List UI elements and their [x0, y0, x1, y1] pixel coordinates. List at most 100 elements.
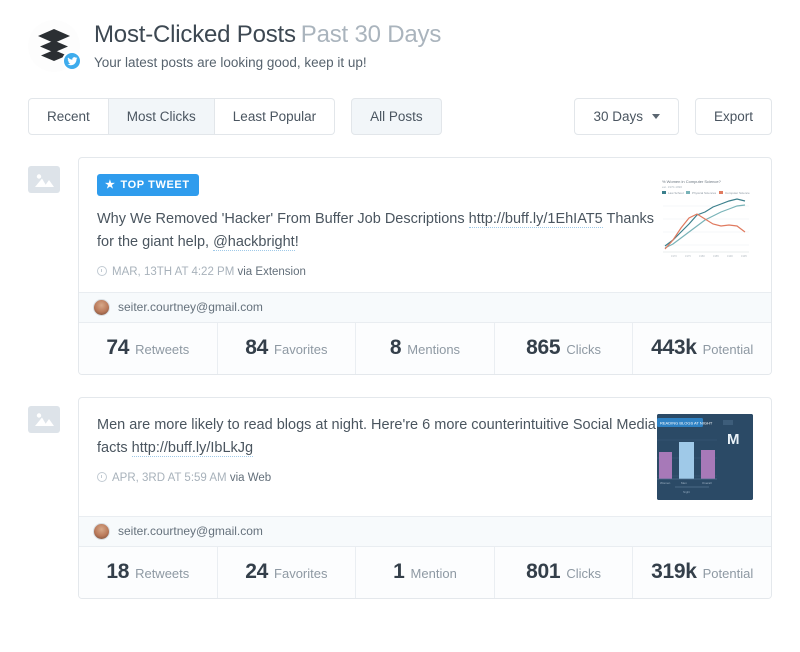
buffer-logo — [28, 20, 82, 72]
list-item: READING BLOGS AT NIGHT M Women Men Overa… — [28, 396, 772, 599]
page-title: Most-Clicked Posts Past 30 Days — [94, 21, 441, 49]
twitter-icon — [62, 51, 82, 71]
bar-chart-infographic-thumbnail[interactable]: READING BLOGS AT NIGHT M Women Men Overa… — [657, 413, 753, 500]
stat-retweets: 18 Retweets — [79, 547, 217, 598]
line-chart-thumbnail[interactable]: % Women in Computer Science? est. 1970-1… — [657, 174, 753, 260]
svg-text:Overall: Overall — [702, 481, 712, 485]
post-card[interactable]: READING BLOGS AT NIGHT M Women Men Overa… — [78, 396, 772, 599]
avatar — [93, 298, 110, 316]
sort-button-recent[interactable]: Recent — [28, 98, 109, 135]
svg-text:1975: 1975 — [685, 254, 691, 258]
stat-value: 84 — [245, 335, 269, 359]
status-badge: ★ TOP TWEET — [97, 174, 199, 196]
page-title-main: Most-Clicked Posts — [94, 21, 296, 48]
svg-text:Women: Women — [660, 481, 671, 485]
post-stats: 18 Retweets 24 Favorites 1 Mention 801 C… — [79, 546, 771, 598]
account-strip[interactable]: seiter.courtney@gmail.com — [79, 515, 771, 547]
stat-value: 1 — [393, 559, 405, 583]
page-header: Most-Clicked Posts Past 30 Days Your late… — [0, 0, 800, 72]
stat-label: Favorites — [274, 565, 328, 581]
stat-label: Mention — [410, 565, 457, 581]
page-subtitle: Your latest posts are looking good, keep… — [94, 54, 367, 70]
post-mention[interactable]: @hackbright — [213, 234, 295, 252]
post-body: % Women in Computer Science? est. 1970-1… — [79, 158, 771, 292]
post-body: READING BLOGS AT NIGHT M Women Men Overa… — [79, 398, 771, 516]
post-via: via Extension — [237, 265, 306, 278]
image-placeholder-icon — [28, 166, 60, 193]
stat-label: Favorites — [274, 341, 328, 357]
account-email: seiter.courtney@gmail.com — [118, 300, 263, 315]
svg-text:Men: Men — [681, 481, 687, 485]
avatar — [93, 522, 110, 540]
svg-text:Night: Night — [683, 490, 690, 494]
export-button[interactable]: Export — [694, 98, 772, 135]
account-email: seiter.courtney@gmail.com — [118, 524, 263, 539]
account-strip[interactable]: seiter.courtney@gmail.com — [79, 291, 771, 323]
svg-text:READING BLOGS AT NIGHT: READING BLOGS AT NIGHT — [660, 420, 713, 425]
stat-mentions: 8 Mentions — [355, 322, 494, 374]
svg-text:% Women in Computer Science?: % Women in Computer Science? — [662, 179, 722, 184]
post-text-part3: ! — [294, 234, 299, 251]
post-timestamp-row: APR, 3RD AT 5:59 AM via Web — [97, 471, 753, 498]
stat-value: 443k — [651, 335, 697, 359]
post-timestamp: APR, 3RD AT 5:59 AM — [112, 471, 227, 484]
stat-label: Clicks — [566, 341, 601, 357]
post-via: via Web — [229, 471, 272, 484]
post-stats: 74 Retweets 84 Favorites 8 Mentions 865 … — [79, 322, 771, 374]
date-range-select[interactable]: 30 Days — [574, 98, 679, 135]
toolbar: Recent Most Clicks Least Popular All Pos… — [0, 72, 800, 135]
stat-value: 74 — [106, 335, 130, 359]
stat-label: Potential — [702, 565, 754, 581]
sort-button-group: Recent Most Clicks Least Popular — [28, 98, 336, 135]
stat-label: Retweets — [135, 565, 190, 581]
stat-favorites: 24 Favorites — [216, 546, 356, 598]
stat-label: Mentions — [407, 341, 461, 357]
stat-clicks: 801 Clicks — [493, 546, 633, 598]
svg-text:1970: 1970 — [671, 254, 677, 258]
analytics-page: Most-Clicked Posts Past 30 Days Your late… — [0, 0, 800, 652]
svg-text:1980: 1980 — [699, 254, 705, 258]
stat-value: 801 — [526, 559, 561, 583]
stat-label: Clicks — [566, 565, 601, 581]
list-item: % Women in Computer Science? est. 1970-1… — [28, 157, 772, 375]
stat-value: 18 — [106, 559, 130, 583]
clock-icon — [97, 472, 107, 483]
post-list: % Women in Computer Science? est. 1970-1… — [0, 135, 800, 599]
svg-text:M: M — [727, 431, 740, 448]
stat-mentions: 1 Mention — [355, 546, 494, 598]
stat-label: Potential — [702, 341, 754, 357]
post-timestamp-row: MAR, 13TH AT 4:22 PM via Extension — [97, 265, 753, 292]
svg-text:Computer Science: Computer Science — [725, 191, 750, 195]
svg-text:est. 1970-1990: est. 1970-1990 — [662, 185, 682, 189]
post-text-part1: Why We Removed 'Hacker' From Buffer Job … — [97, 211, 469, 227]
stat-clicks: 865 Clicks — [493, 322, 633, 374]
svg-text:Law School: Law School — [668, 191, 684, 195]
header-titles: Most-Clicked Posts Past 30 Days Your late… — [94, 18, 441, 70]
stat-potential: 319k Potential — [632, 546, 771, 598]
page-title-range: Past 30 Days — [300, 21, 442, 48]
clock-icon — [97, 266, 107, 277]
stat-value: 24 — [245, 559, 269, 583]
chevron-down-icon — [651, 114, 660, 119]
filter-button-all-posts[interactable]: All Posts — [351, 98, 442, 135]
image-placeholder-icon — [28, 405, 60, 433]
stat-value: 319k — [651, 559, 697, 583]
stat-retweets: 74 Retweets — [79, 323, 217, 374]
post-link[interactable]: http://buff.ly/IbLkJg — [131, 440, 254, 458]
stat-value: 865 — [526, 335, 561, 359]
sort-button-least-popular[interactable]: Least Popular — [214, 98, 336, 135]
date-range-value: 30 Days — [593, 109, 643, 124]
post-link[interactable]: http://buff.ly/1EhIAT5 — [468, 211, 603, 228]
stat-value: 8 — [389, 335, 402, 359]
stat-label: Retweets — [135, 341, 190, 357]
post-timestamp: MAR, 13TH AT 4:22 PM — [112, 265, 235, 278]
stat-potential: 443k Potential — [632, 322, 771, 374]
post-card[interactable]: % Women in Computer Science? est. 1970-1… — [78, 157, 772, 375]
post-text: Why We Removed 'Hacker' From Buffer Job … — [97, 208, 657, 255]
svg-text:1995: 1995 — [741, 254, 747, 258]
svg-text:Physical Sciences: Physical Sciences — [692, 191, 717, 195]
stat-favorites: 84 Favorites — [216, 322, 356, 374]
svg-text:1990: 1990 — [727, 254, 733, 258]
sort-button-most-clicks[interactable]: Most Clicks — [108, 98, 215, 135]
star-icon: ★ — [105, 178, 116, 191]
